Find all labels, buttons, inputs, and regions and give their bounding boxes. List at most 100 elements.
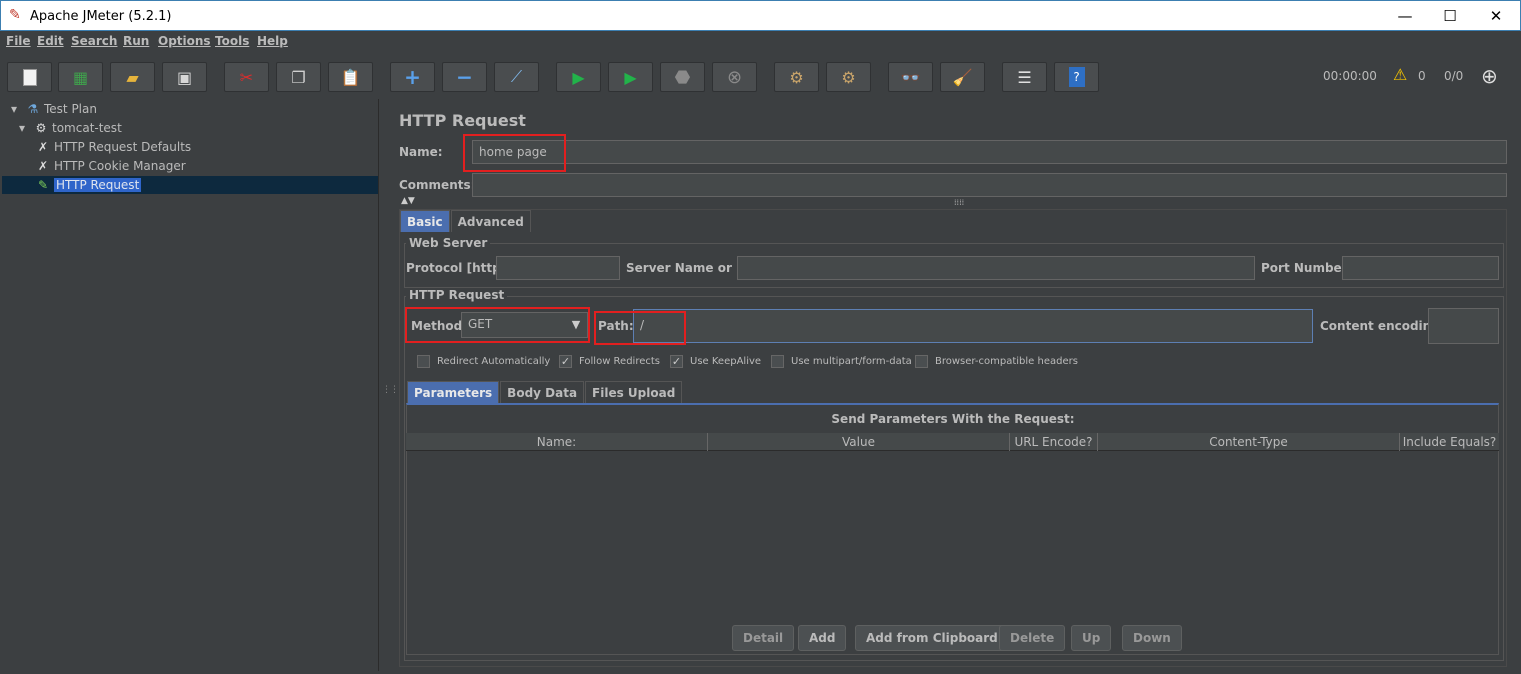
content-encoding-field[interactable] (1428, 308, 1499, 344)
shutdown-icon[interactable]: ⊗ (712, 62, 757, 92)
parameters-table-header: Name: Value URL Encode? Content-Type Inc… (406, 433, 1499, 451)
up-button[interactable]: Up (1071, 625, 1112, 651)
tab-files-upload[interactable]: Files Upload (585, 381, 683, 403)
server-label: Server Name or IP: (626, 261, 755, 275)
name-field[interactable]: home page (472, 140, 1507, 164)
expand-arrow-icon[interactable]: ▾ (6, 100, 22, 118)
checkmark-icon[interactable]: ✓ (559, 355, 572, 368)
comments-field[interactable] (472, 173, 1507, 197)
checkbox-box[interactable] (771, 355, 784, 368)
save-icon[interactable]: ▣ (162, 62, 207, 92)
checkbox-box[interactable] (417, 355, 430, 368)
checkbox-label: Redirect Automatically (437, 356, 551, 367)
detail-button[interactable]: Detail (732, 625, 795, 651)
params-caption: Send Parameters With the Request: (831, 412, 1075, 426)
tree-node-label: HTTP Request Defaults (54, 140, 192, 154)
clear-icon[interactable]: ⚙ (774, 62, 819, 92)
close-button[interactable]: ✕ (1473, 3, 1519, 29)
tab-advanced[interactable]: Advanced (450, 210, 531, 232)
path-field[interactable]: / (633, 309, 1313, 343)
wrench-icon: ✗ (37, 159, 49, 173)
content-encoding-label: Content encoding: (1320, 319, 1445, 333)
copy-icon[interactable]: ❐ (276, 62, 321, 92)
tree-node-http-cookie-manager[interactable]: ✗ HTTP Cookie Manager (35, 157, 186, 175)
split-pane-divider[interactable]: ⋮⋮ (379, 99, 399, 671)
clear-all-icon[interactable]: ⚙ (826, 62, 871, 92)
checkbox-box[interactable] (915, 355, 928, 368)
collapse-icon[interactable]: − (442, 62, 487, 92)
delete-button[interactable]: Delete (999, 625, 1066, 651)
highlight-box-method (405, 307, 590, 343)
help-icon[interactable]: ? (1054, 62, 1099, 92)
menu-file[interactable]: File (6, 34, 31, 48)
warning-count: 0 (1418, 69, 1426, 83)
column-header-url-encode[interactable]: URL Encode? (1010, 433, 1098, 451)
search-icon[interactable]: 👓 (888, 62, 933, 92)
column-header-include-equals[interactable]: Include Equals? (1400, 433, 1499, 451)
use-keepalive-checkbox[interactable]: ✓ Use KeepAlive (670, 355, 761, 368)
protocol-field[interactable] (496, 256, 620, 280)
templates-icon[interactable]: ▦ (58, 62, 103, 92)
name-label: Name: (399, 145, 443, 159)
expand-arrow-icon[interactable]: ▾ (14, 119, 30, 137)
tree-node-label: HTTP Request (54, 178, 142, 192)
remote-status-icon[interactable]: ⊕ (1481, 64, 1498, 88)
menu-edit[interactable]: Edit (37, 34, 64, 48)
elapsed-timer: 00:00:00 (1323, 69, 1377, 83)
http-request-group-title: HTTP Request (406, 288, 508, 302)
flask-icon: ⚗ (27, 102, 39, 116)
start-icon[interactable]: ▶ (556, 62, 601, 92)
tree-node-tomcat-test[interactable]: ▾ ⚙ tomcat-test (14, 119, 122, 137)
follow-redirects-checkbox[interactable]: ✓ Follow Redirects (559, 355, 660, 368)
menu-search[interactable]: Search (71, 34, 117, 48)
expand-icon[interactable]: + (390, 62, 435, 92)
use-multipart-checkbox[interactable]: Use multipart/form-data (771, 355, 912, 368)
open-icon[interactable]: ▰ (110, 62, 155, 92)
checkbox-label: Follow Redirects (579, 356, 660, 367)
reset-search-icon[interactable]: 🧹 (940, 62, 985, 92)
toolbar: ▦ ▰ ▣ ✂ ❐ 📋 + − ⟋ ▶ ▶ ⬣ ⊗ ⚙ ⚙ 👓 🧹 ☰ ? 00… (0, 55, 1521, 99)
collapse-arrows-icon[interactable]: ▲▼ (401, 196, 415, 206)
tab-parameters[interactable]: Parameters (407, 381, 500, 403)
column-header-content-type[interactable]: Content-Type (1098, 433, 1400, 451)
comments-label: Comments: (399, 178, 476, 192)
resize-grip-icon[interactable]: ⁞⁞⁞⁞ (954, 198, 964, 207)
checkmark-icon[interactable]: ✓ (670, 355, 683, 368)
paste-icon[interactable]: 📋 (328, 62, 373, 92)
browser-compatible-headers-checkbox[interactable]: Browser-compatible headers (915, 355, 1078, 368)
menu-options[interactable]: Options (158, 34, 211, 48)
down-button[interactable]: Down (1122, 625, 1182, 651)
tree-node-http-request-defaults[interactable]: ✗ HTTP Request Defaults (35, 138, 191, 156)
tree-node-test-plan[interactable]: ▾ ⚗ Test Plan (6, 100, 97, 118)
port-field[interactable] (1342, 256, 1499, 280)
highlight-box-name (463, 134, 566, 172)
tab-basic[interactable]: Basic (400, 210, 450, 232)
column-header-name[interactable]: Name: (406, 433, 708, 451)
window-title: Apache JMeter (5.2.1) (30, 9, 172, 24)
gear-icon: ⚙ (35, 121, 47, 135)
menu-tools[interactable]: Tools (215, 34, 249, 48)
stop-icon[interactable]: ⬣ (660, 62, 705, 92)
cut-icon[interactable]: ✂ (224, 62, 269, 92)
panel-title: HTTP Request (399, 111, 526, 130)
jmeter-feather-icon: ✎ (9, 7, 21, 23)
function-helper-icon[interactable]: ☰ (1002, 62, 1047, 92)
toggle-icon[interactable]: ⟋ (494, 62, 539, 92)
pipette-icon: ✎ (37, 178, 49, 192)
parameter-tabs: Parameters Body Data Files Upload (407, 381, 683, 403)
redirect-automatically-checkbox[interactable]: Redirect Automatically (417, 355, 550, 368)
warning-icon[interactable]: ⚠ (1393, 65, 1407, 84)
tab-body-data[interactable]: Body Data (500, 381, 585, 403)
start-no-pause-icon[interactable]: ▶ (608, 62, 653, 92)
add-from-clipboard-button[interactable]: Add from Clipboard (855, 625, 1009, 651)
menu-help[interactable]: Help (257, 34, 288, 48)
tree-node-http-request[interactable]: ✎ HTTP Request (35, 176, 142, 194)
add-button[interactable]: Add (798, 625, 847, 651)
maximize-button[interactable]: ☐ (1427, 3, 1473, 29)
column-header-value[interactable]: Value (708, 433, 1010, 451)
menu-run[interactable]: Run (123, 34, 149, 48)
new-icon[interactable] (7, 62, 52, 92)
server-field[interactable] (737, 256, 1255, 280)
minimize-button[interactable]: — (1382, 3, 1428, 29)
web-server-group-title: Web Server (406, 236, 491, 250)
